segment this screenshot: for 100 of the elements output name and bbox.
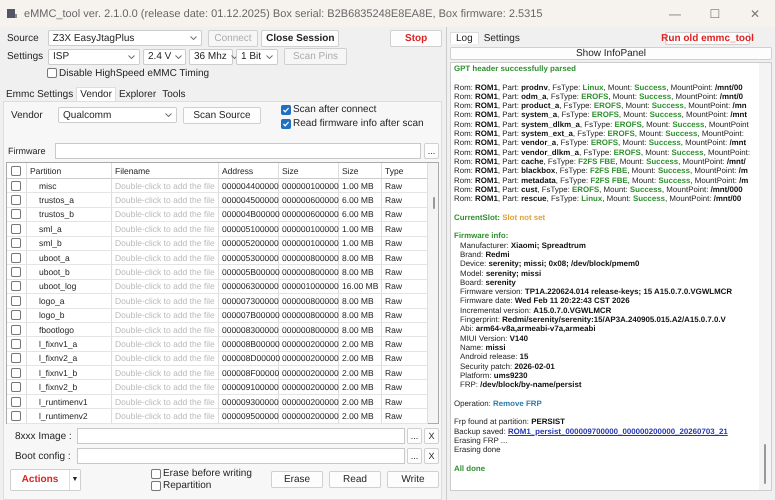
table-cell: Raw: [385, 281, 402, 292]
checkbox-label[interactable]: Erase before writing: [163, 468, 252, 479]
action-button[interactable]: Read: [329, 471, 381, 488]
dropdown[interactable]: Z3X EasyJtagPlus: [48, 30, 202, 46]
checkbox-label[interactable]: Disable HighSpeed eMMC Timing: [59, 68, 210, 78]
table-cell: 2.00 MB: [342, 368, 374, 378]
action-button[interactable]: Erase: [271, 471, 323, 488]
checkbox[interactable]: [281, 104, 291, 114]
table-cell: 000009500000: [222, 410, 279, 421]
table-cell: 000000100000: [282, 224, 339, 234]
table-cell: Raw: [385, 238, 402, 248]
dropdown[interactable]: 2.4 V: [143, 48, 186, 64]
table-cell: Raw: [385, 324, 402, 335]
checkbox[interactable]: [11, 368, 21, 378]
column-header[interactable]: Address: [219, 163, 279, 179]
table-cell: 000007B00000: [222, 310, 280, 320]
checkbox[interactable]: [11, 252, 21, 263]
field-label: 8xxx Image :: [14, 430, 73, 442]
table-cell: 000000100000: [282, 180, 339, 191]
table-cell: 000005200000: [222, 238, 279, 248]
tab[interactable]: Vendor: [76, 87, 116, 101]
table-cell: l_fixnv1_b: [39, 368, 78, 378]
field-label: Vendor: [10, 109, 44, 121]
dropdown[interactable]: 36 Mhz: [189, 48, 233, 64]
stop-button[interactable]: Stop: [390, 30, 442, 46]
checkbox[interactable]: [11, 281, 21, 292]
column-header[interactable]: Filename: [112, 163, 219, 179]
caret-icon: [190, 36, 197, 40]
table-cell: 000000100000: [282, 238, 339, 248]
checkbox[interactable]: [11, 382, 21, 392]
minimize-button[interactable]: —: [655, 6, 695, 20]
tab[interactable]: Settings: [478, 32, 525, 44]
checkbox[interactable]: [11, 353, 21, 364]
table-cell: 000004B00000: [222, 209, 280, 220]
table-cell: Raw: [385, 252, 402, 263]
browse-button[interactable]: ...: [407, 448, 422, 464]
table-cell: Double-click to add the file: [115, 281, 215, 292]
checkbox[interactable]: [11, 324, 21, 335]
table-cell: Raw: [385, 310, 402, 320]
tab[interactable]: Tools: [159, 88, 189, 101]
checkbox-label[interactable]: Read firmware info after scan: [293, 118, 424, 129]
action-button[interactable]: Write: [387, 471, 439, 488]
dropdown[interactable]: 1 Bit: [236, 48, 278, 64]
tab[interactable]: Log: [450, 32, 479, 44]
table-cell: Raw: [385, 180, 402, 191]
table-cell: 000000200000: [282, 396, 339, 407]
close-session-button[interactable]: Close Session: [261, 30, 340, 46]
checkbox[interactable]: [11, 410, 21, 421]
table-cell: 000009300000: [222, 396, 279, 407]
column-header[interactable]: Partition: [27, 163, 112, 179]
field-label: Boot config :: [14, 450, 72, 462]
checkbox[interactable]: [11, 310, 21, 320]
close-button[interactable]: ✕: [735, 6, 775, 20]
table-cell: Raw: [385, 410, 402, 421]
column-header[interactable]: Size: [339, 163, 382, 179]
browse-button[interactable]: ...: [424, 143, 439, 159]
checkbox[interactable]: [11, 238, 21, 248]
checkbox[interactable]: [11, 396, 21, 407]
scrollbar[interactable]: [428, 163, 438, 423]
table-cell: 2.00 MB: [342, 396, 374, 407]
checkbox-label[interactable]: Repartition: [163, 480, 212, 491]
input-field[interactable]: [77, 428, 405, 444]
checkbox[interactable]: [11, 296, 21, 306]
table-cell: 2.00 MB: [342, 382, 374, 392]
table-cell: uboot_log: [39, 281, 76, 292]
checkbox[interactable]: [151, 468, 161, 478]
table-cell: 000006300000: [222, 281, 279, 292]
checkbox[interactable]: [11, 180, 21, 191]
clear-button[interactable]: X: [424, 428, 439, 444]
checkbox[interactable]: [11, 166, 21, 176]
table-cell: 000000200000: [282, 368, 339, 378]
checkbox[interactable]: [11, 224, 21, 234]
tab[interactable]: Emmc Settings: [3, 88, 76, 101]
scan-source-button[interactable]: Scan Source: [183, 107, 261, 124]
tab[interactable]: Explorer: [116, 88, 160, 101]
checkbox-label[interactable]: Scan after connect: [293, 104, 376, 115]
checkbox[interactable]: [281, 118, 291, 128]
maximize-button[interactable]: ☐: [695, 6, 735, 20]
checkbox[interactable]: [11, 338, 21, 349]
table-cell: 000000800000: [282, 324, 339, 335]
checkbox[interactable]: [47, 68, 57, 78]
scrollbar[interactable]: [759, 63, 771, 490]
table-cell: Double-click to add the file: [115, 353, 215, 364]
checkbox[interactable]: [11, 209, 21, 220]
input-field[interactable]: [77, 448, 405, 464]
checkbox[interactable]: [11, 267, 21, 278]
dropdown[interactable]: ISP: [48, 48, 140, 64]
firmware-field[interactable]: [55, 143, 421, 159]
dropdown[interactable]: Qualcomm: [58, 107, 177, 123]
table-cell: Raw: [385, 396, 402, 407]
column-header[interactable]: Size: [279, 163, 339, 179]
table-cell: Double-click to add the file: [115, 296, 215, 306]
checkbox[interactable]: [151, 480, 161, 490]
show-infopanel-button[interactable]: Show InfoPanel: [450, 47, 772, 60]
clear-button[interactable]: X: [424, 448, 439, 464]
browse-button[interactable]: ...: [407, 428, 422, 444]
table-cell: 1.00 MB: [342, 180, 374, 191]
table-cell: Double-click to add the file: [115, 338, 215, 349]
checkbox[interactable]: [11, 195, 21, 206]
table-cell: 6.00 MB: [342, 195, 374, 206]
